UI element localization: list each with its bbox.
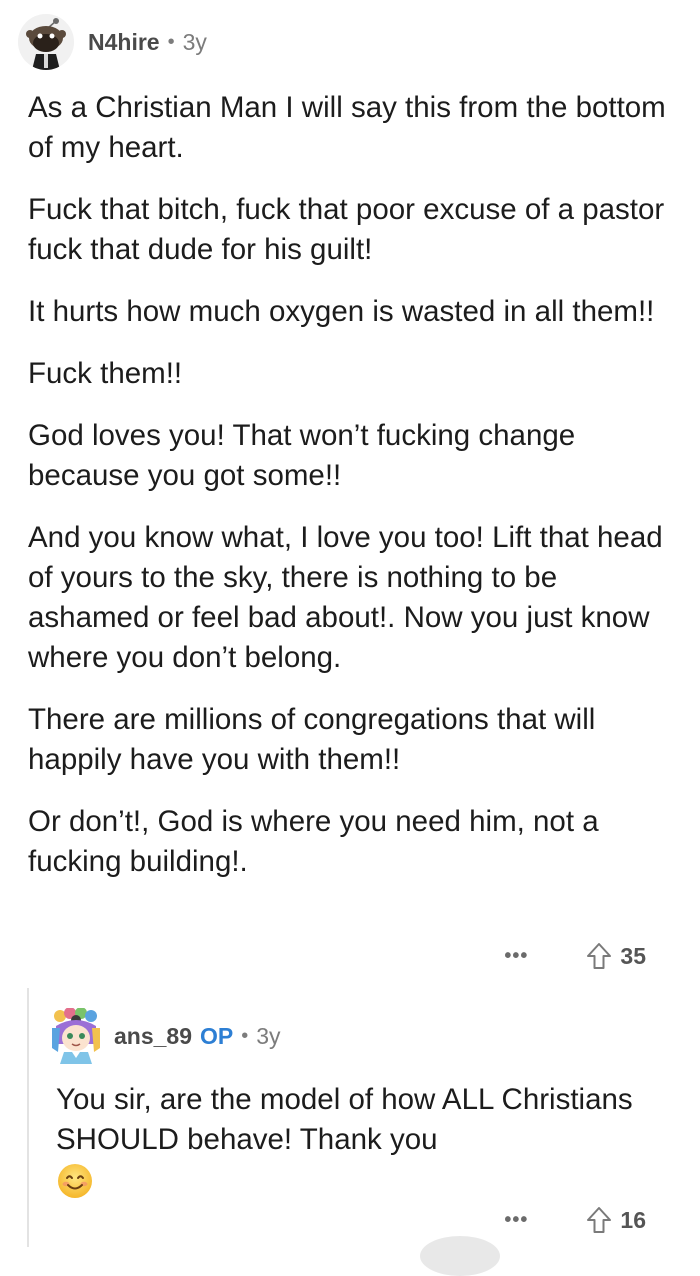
meta-separator: • bbox=[241, 1024, 249, 1047]
upvote-control[interactable]: 35 bbox=[586, 942, 646, 970]
comment-paragraph: God loves you! That won’t fucking change… bbox=[28, 419, 576, 492]
username[interactable]: N4hire bbox=[88, 29, 160, 56]
comment-paragraph: There are millions of congregations that… bbox=[28, 703, 596, 776]
op-badge: OP bbox=[200, 1022, 234, 1049]
smiling-face-emoji-icon bbox=[56, 1162, 94, 1200]
partial-next-element bbox=[420, 1236, 500, 1276]
comment-paragraph: Or don’t!, God is where you need him, no… bbox=[28, 805, 599, 878]
more-options-button[interactable]: ••• bbox=[504, 946, 528, 966]
vote-score: 35 bbox=[620, 942, 646, 969]
comment-actions: ••• 35 bbox=[504, 942, 646, 970]
more-options-button[interactable]: ••• bbox=[504, 1210, 528, 1230]
upvote-arrow-icon[interactable] bbox=[586, 1206, 612, 1234]
timestamp: 3y bbox=[182, 28, 207, 55]
thread-line[interactable] bbox=[27, 988, 29, 1247]
username[interactable]: ans_89 bbox=[114, 1023, 192, 1050]
rainbow-hair-avatar-icon[interactable] bbox=[50, 1007, 102, 1064]
upvote-arrow-icon[interactable] bbox=[586, 942, 612, 970]
snoo-avatar-icon[interactable] bbox=[18, 14, 74, 70]
comment-body: You sir, are the model of how ALL Christ… bbox=[56, 1080, 676, 1222]
comment-paragraph: Fuck them!! bbox=[28, 357, 183, 390]
upvote-control[interactable]: 16 bbox=[586, 1206, 646, 1234]
comment-paragraph: And you know what, I love you too! Lift … bbox=[28, 521, 663, 674]
vote-score: 16 bbox=[620, 1206, 646, 1233]
comment-header: ans_89 OP • 3y bbox=[50, 1007, 281, 1064]
comment-paragraph: As a Christian Man I will say this from … bbox=[28, 91, 666, 164]
comment-paragraph: Fuck that bitch, fuck that poor excuse o… bbox=[28, 193, 665, 266]
comment-header: N4hire • 3y bbox=[18, 14, 207, 70]
timestamp: 3y bbox=[256, 1022, 281, 1049]
comment-paragraph: It hurts how much oxygen is wasted in al… bbox=[28, 295, 655, 328]
comment-actions: ••• 16 bbox=[504, 1206, 646, 1234]
meta-separator: • bbox=[167, 30, 175, 53]
comment-paragraph: You sir, are the model of how ALL Christ… bbox=[56, 1080, 676, 1200]
comment-body: As a Christian Man I will say this from … bbox=[28, 88, 678, 904]
comment-text: You sir, are the model of how ALL Christ… bbox=[56, 1083, 633, 1156]
